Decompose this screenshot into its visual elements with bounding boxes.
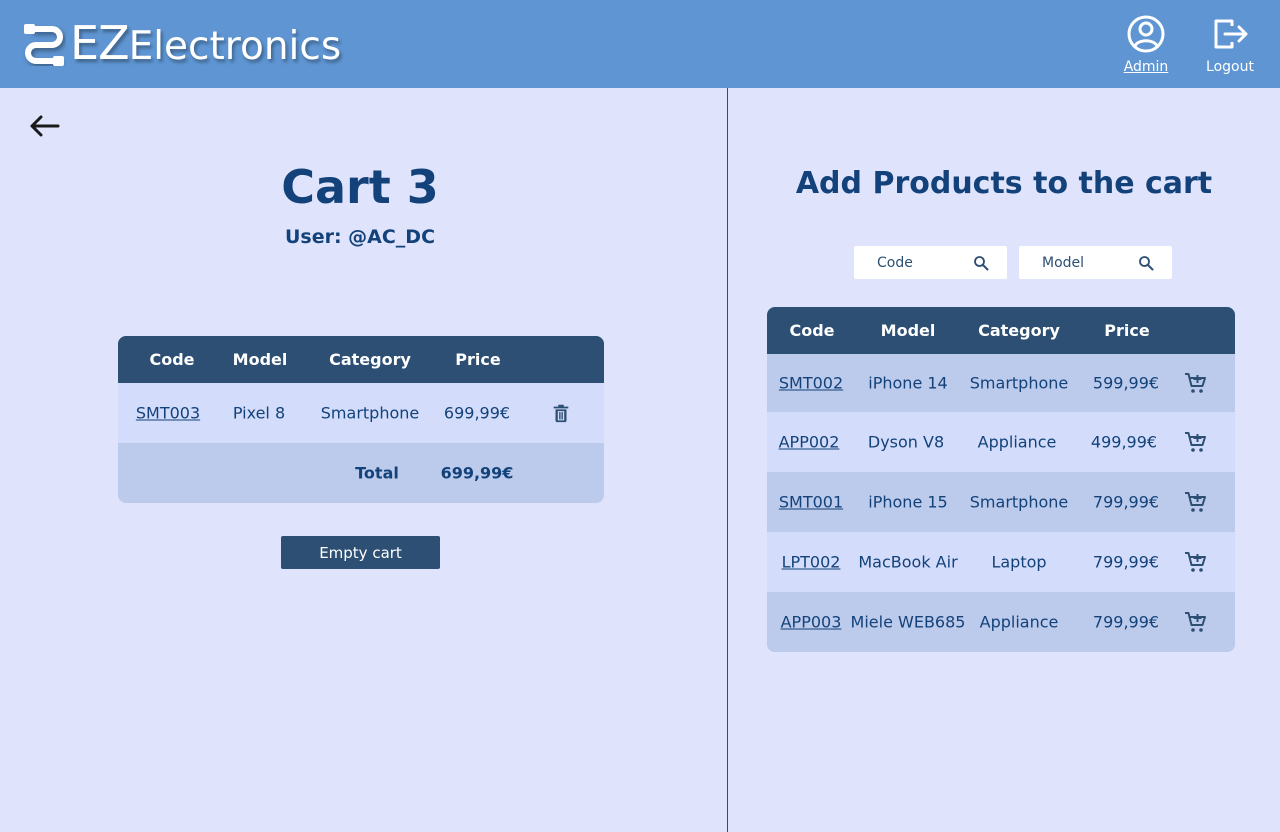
search-model-input[interactable] bbox=[1019, 246, 1139, 279]
total-label: Total bbox=[355, 463, 399, 483]
add-to-cart-icon[interactable] bbox=[1184, 490, 1208, 514]
logo-rest: Electronics bbox=[128, 24, 342, 69]
column-header-category: Category bbox=[329, 350, 411, 369]
cart-row: SMT003 Pixel 8 Smartphone 699,99€ bbox=[118, 383, 604, 443]
logout-label: Logout bbox=[1206, 59, 1254, 75]
search-code bbox=[854, 246, 1007, 279]
logout-button[interactable]: Logout bbox=[1200, 14, 1260, 75]
add-to-cart-icon[interactable] bbox=[1184, 371, 1208, 395]
cart-table-header: Code Model Category Price bbox=[118, 336, 604, 383]
search-code-input[interactable] bbox=[854, 246, 974, 279]
product-row: SMT001 iPhone 15 Smartphone 799,99€ bbox=[767, 472, 1235, 532]
product-category: Smartphone bbox=[969, 373, 1069, 393]
app-logo[interactable]: EZElectronics bbox=[22, 16, 341, 70]
product-row: SMT002 iPhone 14 Smartphone 599,99€ bbox=[767, 354, 1235, 412]
cart-title: Cart 3 bbox=[281, 160, 439, 214]
product-model: MacBook Air bbox=[858, 552, 958, 572]
total-value: 699,99€ bbox=[440, 463, 514, 483]
column-header-price: Price bbox=[1104, 321, 1150, 340]
admin-label: Admin bbox=[1123, 59, 1169, 75]
product-row: APP002 Dyson V8 Appliance 499,99€ bbox=[767, 412, 1235, 472]
product-category: Laptop bbox=[991, 552, 1047, 572]
app-name: EZElectronics bbox=[70, 16, 341, 70]
logo-ez: EZ bbox=[70, 16, 130, 70]
products-table-header: Code Model Category Price bbox=[767, 307, 1235, 354]
product-code[interactable]: SMT002 bbox=[779, 374, 843, 393]
cart-item-category: Smartphone bbox=[320, 403, 420, 423]
column-header-model: Model bbox=[880, 321, 936, 340]
products-table: Code Model Category Price SMT002 iPhone … bbox=[767, 307, 1235, 652]
product-model: Dyson V8 bbox=[867, 432, 945, 452]
product-row: LPT002 MacBook Air Laptop 799,99€ bbox=[767, 532, 1235, 592]
column-header-price: Price bbox=[455, 350, 501, 369]
cart-total-row: Total 699,99€ bbox=[118, 443, 604, 503]
product-price: 599,99€ bbox=[1092, 373, 1160, 393]
add-to-cart-icon[interactable] bbox=[1184, 550, 1208, 574]
search-model bbox=[1019, 246, 1172, 279]
product-model: Miele WEB685 bbox=[850, 612, 966, 632]
search-icon[interactable] bbox=[973, 255, 989, 271]
product-category: Appliance bbox=[977, 432, 1057, 452]
app-header: EZElectronics Admin Logout bbox=[0, 0, 1280, 88]
user-circle-icon bbox=[1127, 15, 1165, 53]
product-code[interactable]: LPT002 bbox=[782, 553, 841, 572]
cart-user: User: @AC_DC bbox=[284, 226, 436, 248]
column-header-model: Model bbox=[232, 350, 288, 369]
product-model: iPhone 14 bbox=[868, 373, 948, 393]
add-to-cart-icon[interactable] bbox=[1184, 610, 1208, 634]
admin-button[interactable]: Admin bbox=[1118, 14, 1174, 75]
back-arrow-icon[interactable] bbox=[28, 112, 60, 140]
logout-icon bbox=[1214, 19, 1248, 49]
cart-item-code[interactable]: SMT003 bbox=[136, 404, 200, 423]
product-category: Smartphone bbox=[969, 492, 1069, 512]
product-code[interactable]: APP003 bbox=[781, 613, 842, 632]
product-code[interactable]: APP002 bbox=[779, 433, 840, 452]
product-model: iPhone 15 bbox=[868, 492, 948, 512]
add-products-title: Add Products to the cart bbox=[795, 166, 1213, 201]
column-header-code: Code bbox=[149, 350, 195, 369]
column-header-category: Category bbox=[978, 321, 1060, 340]
cart-item-model: Pixel 8 bbox=[232, 403, 286, 423]
cart-table: Code Model Category Price SMT003 Pixel 8… bbox=[118, 336, 604, 503]
cart-item-price: 699,99€ bbox=[443, 403, 511, 423]
product-price: 799,99€ bbox=[1092, 552, 1160, 572]
product-row: APP003 Miele WEB685 Appliance 799,99€ bbox=[767, 592, 1235, 652]
product-price: 799,99€ bbox=[1092, 612, 1160, 632]
empty-cart-button[interactable]: Empty cart bbox=[281, 536, 440, 569]
product-price: 799,99€ bbox=[1092, 492, 1160, 512]
column-header-code: Code bbox=[789, 321, 835, 340]
cable-icon bbox=[24, 24, 64, 66]
product-category: Appliance bbox=[979, 612, 1059, 632]
search-icon[interactable] bbox=[1138, 255, 1154, 271]
trash-icon[interactable] bbox=[550, 402, 572, 424]
product-price: 499,99€ bbox=[1090, 432, 1158, 452]
product-code[interactable]: SMT001 bbox=[779, 493, 843, 512]
add-to-cart-icon[interactable] bbox=[1184, 430, 1208, 454]
